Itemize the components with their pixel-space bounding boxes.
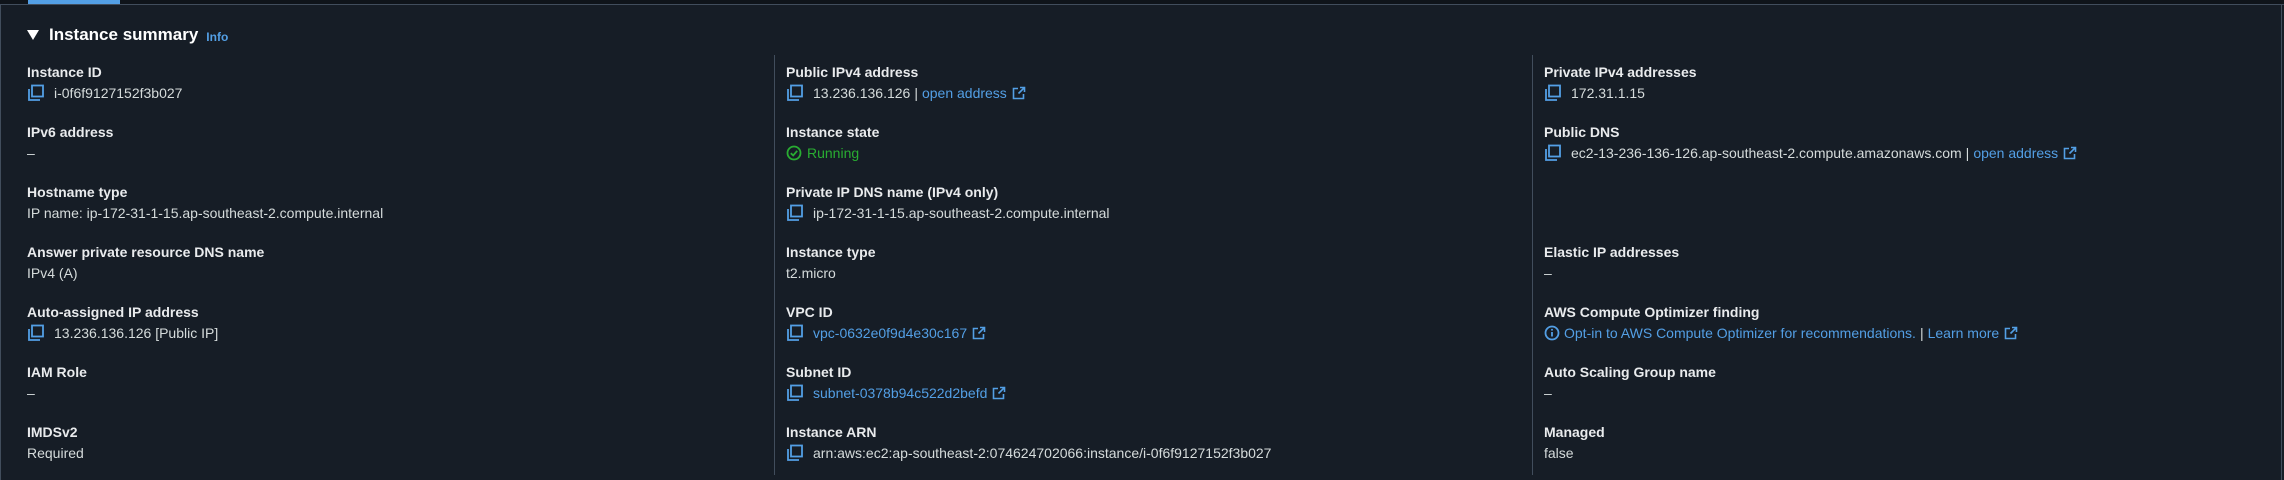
field-label: Auto-assigned IP address <box>27 304 199 320</box>
public-dns-field: Public DNS ec2-13-236-136-126.ap-southea… <box>1544 123 2264 163</box>
optimizer-opt-in-link[interactable]: Opt-in to AWS Compute Optimizer for reco… <box>1564 323 1916 343</box>
separator: | <box>914 85 918 101</box>
field-label: Subnet ID <box>786 364 852 380</box>
field-label: AWS Compute Optimizer finding <box>1544 304 1760 320</box>
vpc-id-field: VPC ID vpc-0632e0f9d4e30c167 <box>786 303 1526 343</box>
iam-role-value: – <box>27 385 35 401</box>
instance-state-field: Instance state Running <box>786 123 1526 163</box>
copy-icon[interactable] <box>786 444 804 462</box>
auto-ip-value: 13.236.136.126 [Public IP] <box>54 325 219 341</box>
field-label: Auto Scaling Group name <box>1544 364 1716 380</box>
instance-type-value: t2.micro <box>786 265 836 281</box>
managed-field: Managed false <box>1544 423 2264 463</box>
field-label: Instance state <box>786 124 880 140</box>
ipv6-value: – <box>27 145 35 161</box>
field-label: Elastic IP addresses <box>1544 244 1680 260</box>
external-link-icon[interactable] <box>2063 146 2077 160</box>
column-divider <box>1532 55 1533 475</box>
optimizer-field: AWS Compute Optimizer finding Opt-in to … <box>1544 303 2264 343</box>
copy-icon[interactable] <box>27 324 45 342</box>
private-ip-dns-field: Private IP DNS name (IPv4 only) ip-172-3… <box>786 183 1526 223</box>
open-address-link[interactable]: open address <box>1973 143 2058 163</box>
field-label: VPC ID <box>786 304 833 320</box>
external-link-icon[interactable] <box>992 386 1006 400</box>
section-header[interactable]: Instance summary Info <box>27 25 228 45</box>
field-label: Public DNS <box>1544 124 1620 140</box>
field-label: Hostname type <box>27 184 128 200</box>
field-label: IPv6 address <box>27 124 114 140</box>
copy-icon[interactable] <box>786 384 804 402</box>
separator: | <box>1919 325 1924 341</box>
answer-dns-field: Answer private resource DNS name IPv4 (A… <box>27 243 767 283</box>
imdsv2-field: IMDSv2 Required <box>27 423 767 463</box>
external-link-icon[interactable] <box>2004 326 2018 340</box>
imdsv2-value: Required <box>27 445 84 461</box>
auto-ip-field: Auto-assigned IP address 13.236.136.126 … <box>27 303 767 343</box>
instance-type-field: Instance type t2.micro <box>786 243 1526 283</box>
field-label: IMDSv2 <box>27 424 78 440</box>
caret-down-icon[interactable] <box>27 30 39 40</box>
managed-value: false <box>1544 445 1574 461</box>
ipv6-field: IPv6 address – <box>27 123 767 163</box>
copy-icon[interactable] <box>1544 84 1562 102</box>
public-ipv4-value: 13.236.136.126 <box>813 85 911 101</box>
subnet-id-field: Subnet ID subnet-0378b94c522d2befd <box>786 363 1526 403</box>
subnet-id-link[interactable]: subnet-0378b94c522d2befd <box>813 383 987 403</box>
answer-dns-value: IPv4 (A) <box>27 265 78 281</box>
field-label: Managed <box>1544 424 1605 440</box>
status-positive-icon <box>786 145 802 161</box>
copy-icon[interactable] <box>786 84 804 102</box>
elastic-ip-value: – <box>1544 265 1552 281</box>
learn-more-link[interactable]: Learn more <box>1928 323 2000 343</box>
field-label: Answer private resource DNS name <box>27 244 265 260</box>
field-label: Private IPv4 addresses <box>1544 64 1697 80</box>
copy-icon[interactable] <box>1544 144 1562 162</box>
hostname-type-value: IP name: ip-172-31-1-15.ap-southeast-2.c… <box>27 205 384 221</box>
field-label: IAM Role <box>27 364 87 380</box>
instance-id-value: i-0f6f9127152f3b027 <box>54 85 183 101</box>
separator: | <box>1965 145 1970 161</box>
info-link[interactable]: Info <box>206 30 228 44</box>
copy-icon[interactable] <box>27 84 45 102</box>
copy-icon[interactable] <box>786 204 804 222</box>
instance-id-field: Instance ID i-0f6f9127152f3b027 <box>27 63 767 103</box>
instance-arn-field: Instance ARN arn:aws:ec2:ap-southeast-2:… <box>786 423 1526 463</box>
private-ipv4-field: Private IPv4 addresses 172.31.1.15 <box>1544 63 2264 103</box>
private-ipv4-value: 172.31.1.15 <box>1571 85 1645 101</box>
asg-field: Auto Scaling Group name – <box>1544 363 2264 403</box>
column-divider <box>774 55 775 475</box>
field-label: Instance ID <box>27 64 102 80</box>
public-dns-value: ec2-13-236-136-126.ap-southeast-2.comput… <box>1571 145 1962 161</box>
field-label: Private IP DNS name (IPv4 only) <box>786 184 999 200</box>
instance-state-value: Running <box>807 145 860 161</box>
instance-arn-value: arn:aws:ec2:ap-southeast-2:074624702066:… <box>813 445 1272 461</box>
asg-value: – <box>1544 385 1552 401</box>
iam-role-field: IAM Role – <box>27 363 767 403</box>
hostname-type-field: Hostname type IP name: ip-172-31-1-15.ap… <box>27 183 767 223</box>
field-label: Public IPv4 address <box>786 64 919 80</box>
active-tab-indicator[interactable] <box>28 0 120 4</box>
external-link-icon[interactable] <box>1012 86 1026 100</box>
info-icon <box>1544 325 1560 341</box>
elastic-ip-field: Elastic IP addresses – <box>1544 243 2264 283</box>
vpc-id-link[interactable]: vpc-0632e0f9d4e30c167 <box>813 323 967 343</box>
private-ip-dns-value: ip-172-31-1-15.ap-southeast-2.compute.in… <box>813 205 1110 221</box>
open-address-link[interactable]: open address <box>922 83 1007 103</box>
copy-icon[interactable] <box>786 324 804 342</box>
section-title: Instance summary <box>49 25 199 44</box>
public-ipv4-field: Public IPv4 address 13.236.136.126 | ope… <box>786 63 1526 103</box>
field-label: Instance type <box>786 244 876 260</box>
external-link-icon[interactable] <box>972 326 986 340</box>
field-label: Instance ARN <box>786 424 877 440</box>
instance-summary-panel: Instance summary Info Instance ID i-0f6f… <box>0 5 2282 480</box>
